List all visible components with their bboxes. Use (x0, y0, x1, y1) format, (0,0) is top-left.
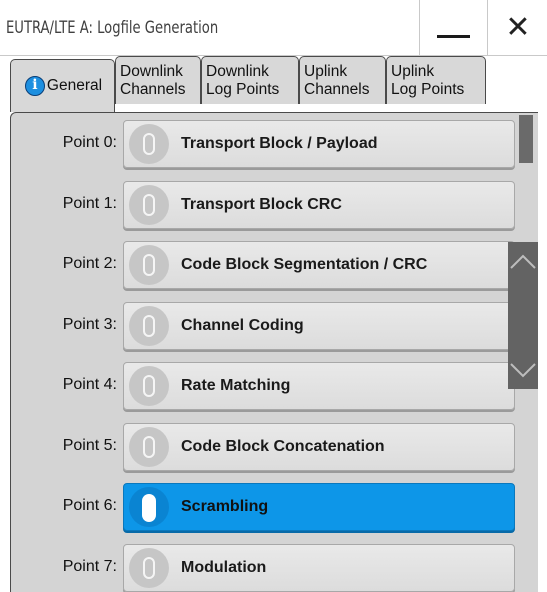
toggle-indicator (143, 194, 155, 216)
log-point-toggle-button[interactable]: Modulation (123, 544, 515, 592)
tab-label-line1: Uplink (391, 63, 485, 81)
log-point-toggle-button[interactable]: Channel Coding (123, 302, 515, 350)
log-point-label: Point 1: (11, 178, 117, 230)
tab-strip: i General Downlink Channels Downlink Log… (0, 56, 547, 114)
log-point-name: Scrambling (181, 484, 268, 530)
window-title: EUTRA/LTE A: Logfile Generation (6, 0, 218, 56)
tab-label-line1: Uplink (304, 63, 385, 81)
log-point-name: Rate Matching (181, 363, 290, 409)
toggle-off-icon (129, 366, 169, 406)
log-point-row: Point 5: Code Block Concatenation (11, 420, 526, 480)
chevron-up-icon[interactable] (508, 250, 538, 274)
scrollbar-thumb[interactable] (519, 115, 533, 163)
log-point-name: Transport Block / Payload (181, 121, 378, 167)
log-point-row: Point 4: Rate Matching (11, 359, 526, 419)
tab-label-line2: Log Points (391, 81, 485, 99)
log-point-toggle-button[interactable]: Rate Matching (123, 362, 515, 410)
log-point-toggle-button[interactable]: Transport Block / Payload (123, 120, 515, 168)
tab-label-line2: Channels (304, 81, 385, 99)
tab-downlink-log-points[interactable]: Downlink Log Points (201, 56, 299, 104)
tab-general[interactable]: i General (10, 59, 115, 112)
log-point-toggle-button[interactable]: Scrambling (123, 483, 515, 531)
logfile-generation-dialog: EUTRA/LTE A: Logfile Generation ✕ i Gene… (0, 0, 547, 581)
log-point-toggle-button[interactable]: Code Block Concatenation (123, 423, 515, 471)
title-bar: EUTRA/LTE A: Logfile Generation ✕ (0, 0, 547, 56)
scroll-control[interactable] (508, 242, 538, 389)
tab-label: General (47, 77, 102, 95)
toggle-indicator (143, 375, 155, 397)
log-point-label: Point 4: (11, 359, 117, 411)
tab-uplink-log-points[interactable]: Uplink Log Points (386, 56, 486, 104)
log-point-name: Channel Coding (181, 303, 304, 349)
log-point-name: Code Block Concatenation (181, 424, 385, 470)
log-point-label: Point 5: (11, 420, 117, 472)
tab-uplink-channels[interactable]: Uplink Channels (299, 56, 386, 104)
tab-label-line1: Downlink (206, 63, 298, 81)
log-point-toggle-button[interactable]: Code Block Segmentation / CRC (123, 241, 515, 289)
toggle-on-icon (129, 487, 169, 527)
toggle-off-icon (129, 245, 169, 285)
minimize-button[interactable] (419, 0, 487, 56)
toggle-indicator (142, 494, 156, 522)
toggle-indicator (143, 254, 155, 276)
tab-label-line1: Downlink (120, 63, 200, 81)
log-point-label: Point 2: (11, 238, 117, 290)
tab-label-line2: Log Points (206, 81, 298, 99)
log-point-name: Transport Block CRC (181, 182, 342, 228)
log-point-label: Point 6: (11, 480, 117, 532)
close-icon: ✕ (488, 0, 547, 56)
toggle-indicator (143, 133, 155, 155)
chevron-down-icon[interactable] (508, 358, 538, 382)
toggle-indicator (143, 315, 155, 337)
minimize-icon (437, 35, 470, 38)
log-point-name: Modulation (181, 545, 266, 591)
log-point-label: Point 3: (11, 299, 117, 351)
toggle-off-icon (129, 548, 169, 588)
close-button[interactable]: ✕ (487, 0, 547, 56)
log-point-toggle-button[interactable]: Transport Block CRC (123, 181, 515, 229)
log-point-row: Point 1: Transport Block CRC (11, 178, 526, 238)
toggle-off-icon (129, 185, 169, 225)
log-point-label: Point 7: (11, 541, 117, 592)
log-point-row: Point 3: Channel Coding (11, 299, 526, 359)
info-icon: i (25, 76, 45, 96)
log-point-label: Point 0: (11, 117, 117, 169)
toggle-indicator (143, 436, 155, 458)
log-point-row: Point 2: Code Block Segmentation / CRC (11, 238, 526, 298)
log-points-panel: Point 0: Transport Block / Payload Point 1… (10, 112, 538, 592)
tab-downlink-channels[interactable]: Downlink Channels (115, 56, 201, 104)
tab-label-line2: Channels (120, 81, 200, 99)
log-point-row: Point 6: Scrambling (11, 480, 526, 540)
toggle-off-icon (129, 124, 169, 164)
log-point-row: Point 0: Transport Block / Payload (11, 117, 526, 177)
log-point-name: Code Block Segmentation / CRC (181, 242, 427, 288)
toggle-off-icon (129, 306, 169, 346)
log-point-row: Point 7: Modulation (11, 541, 526, 592)
toggle-indicator (143, 557, 155, 579)
toggle-off-icon (129, 427, 169, 467)
